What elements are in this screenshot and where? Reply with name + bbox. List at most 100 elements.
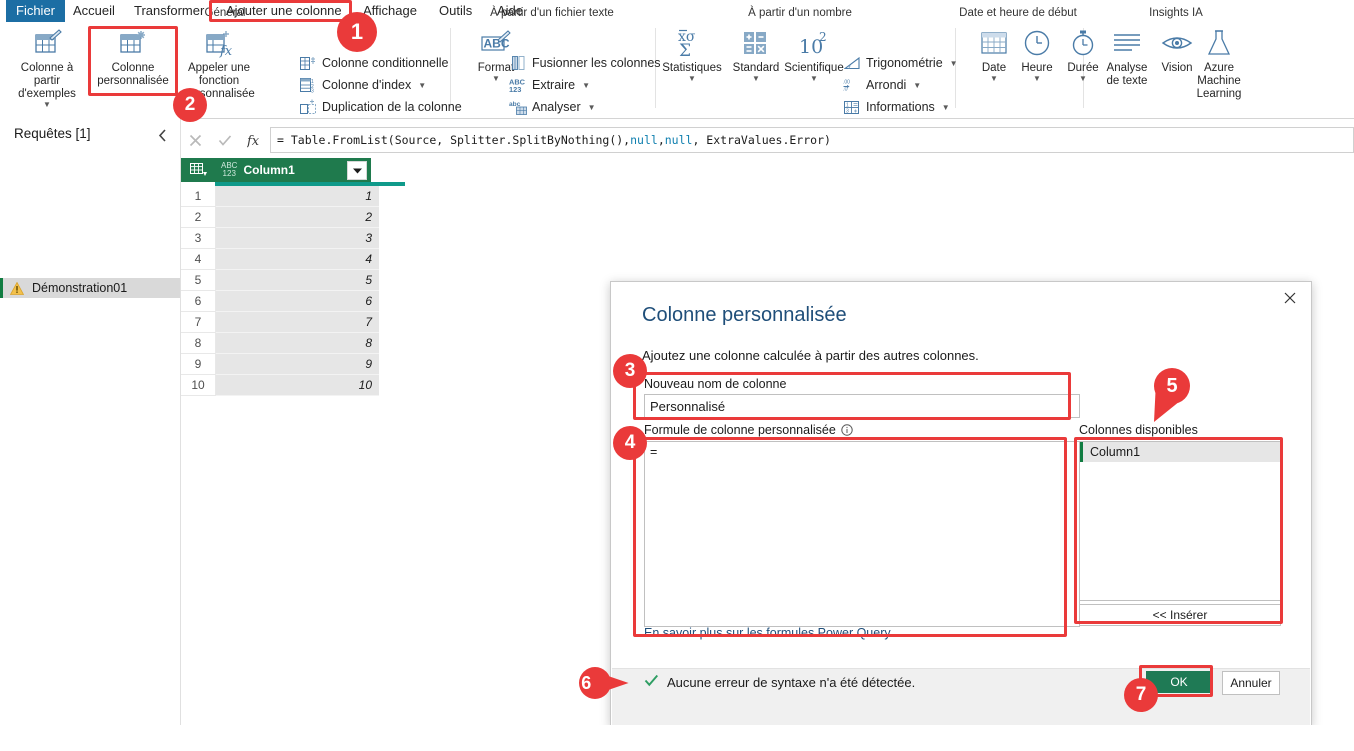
ribbon-group-title-general: Général [204, 7, 246, 19]
ribbon-button-parse[interactable]: abc Analyser ▼ [506, 96, 599, 118]
chevron-down-icon[interactable]: ▼ [418, 81, 426, 90]
svg-text:ABC: ABC [484, 37, 510, 51]
table-cell[interactable]: 1 [216, 186, 379, 207]
row-index: 10 [181, 375, 216, 396]
table-row[interactable]: 22 [181, 207, 405, 228]
table-cell[interactable]: 8 [216, 333, 379, 354]
ribbon-button-label: Colonne [111, 62, 155, 74]
formula-input[interactable]: = Table.FromList(Source, Splitter.SplitB… [270, 127, 1354, 153]
learn-more-link[interactable]: En savoir plus sur les formules Power Qu… [644, 626, 891, 640]
chevron-down-icon[interactable]: ▼ [10, 101, 84, 109]
query-item-demonstration01[interactable]: Démonstration01 [0, 278, 180, 298]
list-item[interactable]: Column1 [1080, 442, 1280, 462]
custom-column-formula-label-text: Formule de colonne personnalisée [644, 423, 836, 437]
svg-text:3: 3 [311, 89, 314, 94]
table-row[interactable]: 11 [181, 186, 405, 207]
ribbon-button-label-line2: de texte [1106, 75, 1148, 87]
list-item-label: Column1 [1090, 445, 1141, 459]
table-cell[interactable]: 6 [216, 291, 379, 312]
flask-icon [1182, 26, 1256, 60]
ribbon-button-statistics[interactable]: xσ Σ Statistiques ▼ [655, 26, 729, 83]
fx-icon[interactable]: fx [240, 127, 270, 153]
formula-token-null-1: null [630, 133, 658, 147]
chevron-down-icon[interactable]: ▼ [950, 59, 958, 68]
ribbon-button-label: Analyser [532, 100, 581, 114]
ribbon-button-label-line2: personnalisée [183, 88, 255, 100]
table-cell[interactable]: 5 [216, 270, 379, 291]
ribbon-button-extract[interactable]: ABC 123 Extraire ▼ [506, 74, 593, 96]
ribbon-button-information[interactable]: 1 3 Informations ▼ [840, 96, 953, 118]
status-message-text: Aucune erreur de syntaxe n'a été détecté… [667, 674, 916, 690]
formula-text-suffix: , ExtraValues.Error) [692, 133, 831, 147]
menu-item-affichage[interactable]: Affichage [353, 0, 427, 22]
chevron-down-icon[interactable] [347, 161, 367, 180]
new-column-name-input[interactable]: Personnalisé [644, 394, 1080, 418]
list-item-selected-bar [1080, 442, 1083, 462]
table-cell[interactable]: 3 [216, 228, 379, 249]
formula-bar: fx = Table.FromList(Source, Splitter.Spl… [180, 126, 1354, 154]
ribbon-button-label: Informations [866, 100, 935, 114]
ribbon-button-label: Colonne d'index [322, 78, 412, 92]
chevron-down-icon[interactable]: ▼ [588, 103, 596, 112]
query-item-label: Démonstration01 [32, 281, 128, 295]
ribbon-button-column-from-examples[interactable]: Colonne à partir d'exemples ▼ [10, 26, 84, 109]
column-type-badge-bottom: 123 [222, 169, 236, 178]
table-row[interactable]: 88 [181, 333, 405, 354]
grid-header-row: ABC 123 Column1 [181, 158, 405, 182]
table-cell[interactable]: 2 [216, 207, 379, 228]
table-row[interactable]: 10 10 [181, 375, 405, 396]
ribbon-button-azure-machine-learning[interactable]: Azure Machine Learning [1182, 26, 1256, 101]
row-index: 4 [181, 249, 216, 270]
svg-text:.00: .00 [843, 80, 850, 86]
chevron-down-icon[interactable]: ▼ [582, 81, 590, 90]
status-bar [0, 725, 1354, 751]
ribbon-button-index-column[interactable]: 1 2 3 Colonne d'index ▼ [296, 74, 429, 96]
ribbon-button-duplicate-column[interactable]: Duplication de la colonne [296, 96, 465, 118]
table-cell[interactable]: 4 [216, 249, 379, 270]
chevron-left-icon[interactable] [154, 126, 170, 144]
ribbon-button-label: Extraire [532, 78, 576, 92]
ribbon-button-merge-columns[interactable]: Fusionner les colonnes [506, 52, 664, 74]
available-columns-list[interactable]: Column1 [1079, 441, 1281, 601]
ribbon-button-label: Colonne conditionnelle [322, 56, 449, 70]
table-cell[interactable]: 9 [216, 354, 379, 375]
table-row[interactable]: 77 [181, 312, 405, 333]
menu-item-fichier[interactable]: Fichier [6, 0, 66, 22]
cross-icon[interactable] [180, 127, 210, 153]
table-row[interactable]: 66 [181, 291, 405, 312]
ribbon-button-conditional-column[interactable]: Colonne conditionnelle [296, 52, 451, 74]
ribbon-button-custom-column[interactable]: Colonne personnalisée [96, 26, 170, 88]
table-row[interactable]: 44 [181, 249, 405, 270]
ribbon-button-invoke-custom-function[interactable]: fx Appeler une fonction personnalisée [182, 26, 256, 101]
table-cell[interactable]: 7 [216, 312, 379, 333]
table-cell[interactable]: 10 [216, 375, 379, 396]
new-column-name-label: Nouveau nom de colonne [644, 377, 787, 391]
ribbon: Général À partir d'un fichier texte À part… [0, 7, 1354, 119]
table-select-icon[interactable] [181, 158, 215, 182]
custom-column-formula-input[interactable]: = [644, 441, 1080, 627]
close-icon[interactable] [1271, 284, 1309, 312]
queries-pane-title: Requêtes [1] [14, 126, 91, 141]
info-icon[interactable] [841, 424, 853, 436]
chevron-down-icon[interactable]: ▼ [655, 75, 729, 83]
ribbon-button-rounding[interactable]: .00.0 Arrondi ▼ [840, 74, 924, 96]
queries-pane: Requêtes [1] Démonstration01 [0, 118, 181, 751]
ok-button[interactable]: OK [1146, 671, 1212, 693]
chevron-down-icon[interactable]: ▼ [942, 103, 950, 112]
grid-column-header-column1[interactable]: ABC 123 Column1 [215, 158, 371, 182]
ribbon-group-title-ai-insights: Insights IA [1149, 7, 1203, 19]
insert-button[interactable]: << Insérer [1079, 604, 1281, 626]
table-row[interactable]: 99 [181, 354, 405, 375]
check-icon[interactable] [210, 127, 240, 153]
cancel-button[interactable]: Annuler [1222, 671, 1280, 695]
row-index: 7 [181, 312, 216, 333]
custom-column-dialog: Colonne personnalisée Ajoutez une colonn… [610, 281, 1312, 727]
table-row[interactable]: 55 [181, 270, 405, 291]
available-columns-label: Colonnes disponibles [1079, 423, 1198, 437]
chevron-down-icon[interactable]: ▼ [913, 81, 921, 90]
ribbon-button-trigonometry[interactable]: Trigonométrie ▼ [840, 52, 961, 74]
query-selected-bar [0, 278, 3, 298]
ribbon-button-label: Colonne à partir [20, 62, 74, 87]
row-index: 8 [181, 333, 216, 354]
table-row[interactable]: 33 [181, 228, 405, 249]
